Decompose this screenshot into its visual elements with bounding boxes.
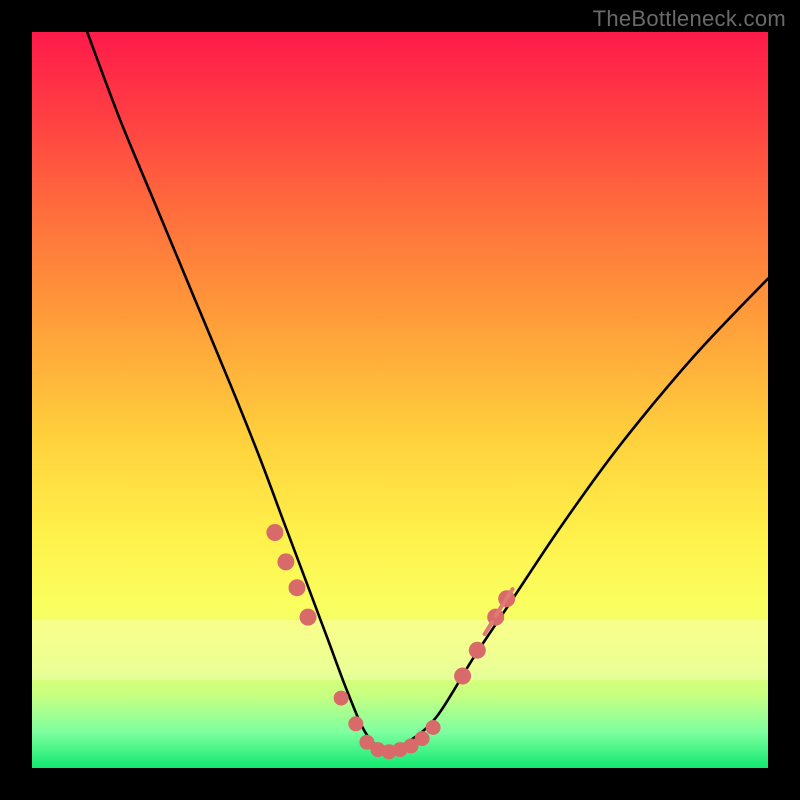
- marker-dot: [426, 720, 441, 735]
- v-curve: [87, 32, 768, 750]
- marker-dot: [469, 642, 486, 659]
- watermark-text: TheBottleneck.com: [593, 6, 786, 32]
- plot-area: [32, 32, 768, 768]
- marker-dot: [266, 524, 283, 541]
- tick-dashes: [482, 586, 516, 637]
- marker-dot: [334, 691, 349, 706]
- chart-root: TheBottleneck.com: [0, 0, 800, 800]
- marker-dot: [289, 579, 306, 596]
- marker-dots: [266, 524, 515, 759]
- marker-dot: [300, 609, 317, 626]
- curve-layer: [32, 32, 768, 768]
- marker-dot: [454, 668, 471, 685]
- marker-dot: [277, 553, 294, 570]
- marker-dot: [415, 731, 430, 746]
- marker-dot: [348, 716, 363, 731]
